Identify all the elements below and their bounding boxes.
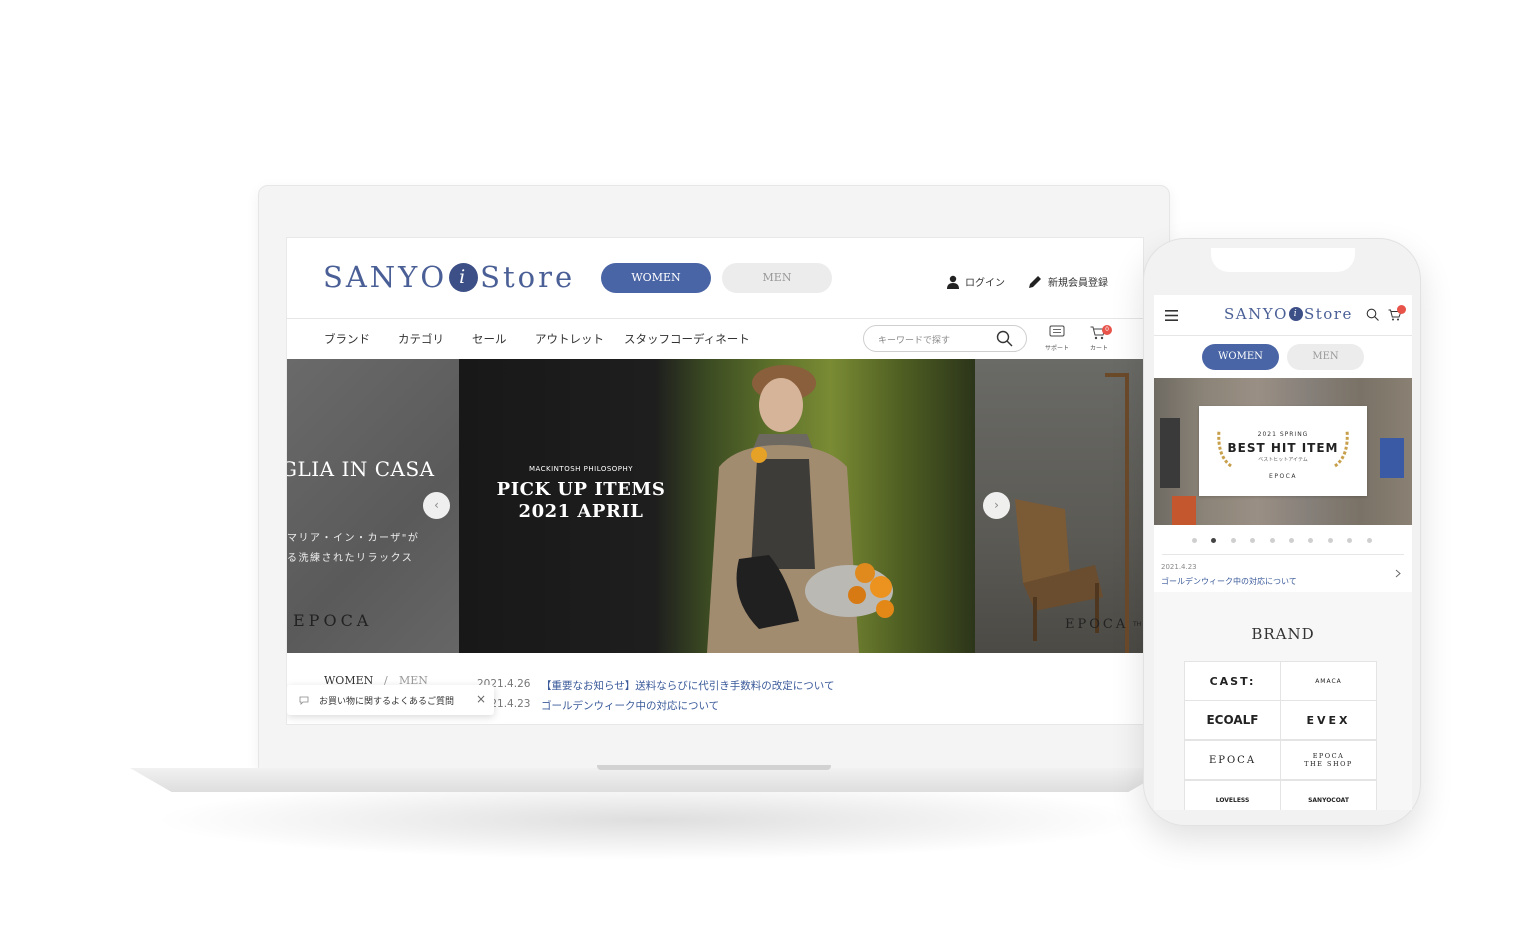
phone-notch <box>1211 248 1355 272</box>
user-icon <box>947 275 959 289</box>
hero-left-line1: マリア・イン・カーザ"が <box>287 533 420 544</box>
hero-main-title-1: PICK UP ITEMS <box>496 479 666 500</box>
brand-amaca[interactable]: AMACA <box>1280 661 1377 701</box>
nav-item-staff-coordinate[interactable]: スタッフコーディネート <box>624 331 750 347</box>
header-divider <box>287 318 1143 319</box>
hero-main-title-2: 2021 APRIL <box>518 501 644 522</box>
faq-text: お買い物に関するよくあるご質問 <box>319 696 455 707</box>
tab-women[interactable]: WOMEN <box>601 263 711 293</box>
laptop-notch <box>597 765 831 770</box>
faq-floating-bar[interactable]: お買い物に関するよくあるご質問 × <box>287 685 494 715</box>
hamburger-menu-icon[interactable] <box>1165 310 1178 321</box>
carousel-dot[interactable] <box>1230 538 1236 543</box>
hero-right-brand: EPOCA <box>1065 617 1129 632</box>
news-divider <box>1162 554 1404 555</box>
best-hit-card: 2021 SPRING BEST HIT ITEM ベストヒットアイテム EPO… <box>1199 406 1367 496</box>
hero-carousel: GLIA IN CASA マリア・イン・カーザ"が る洗練されたリラックス EP… <box>287 359 1143 653</box>
logo-text-left: SANYO <box>1224 305 1288 323</box>
carousel-dot[interactable] <box>1269 538 1275 543</box>
nav-item-outlet[interactable]: アウトレット <box>535 331 604 347</box>
desktop-screen: SANYO i Store WOMEN MEN ログイン 新規会員登録 ブランド… <box>286 237 1144 725</box>
nav-item-brand[interactable]: ブランド <box>324 331 370 347</box>
logo-text-left: SANYO <box>323 260 448 294</box>
mobile-screen: SANYO i Store WOMEN MEN 2021 SPRING BEST… <box>1154 295 1412 810</box>
chevron-right-icon[interactable] <box>1395 569 1401 578</box>
mobile-banner[interactable]: 2021 SPRING BEST HIT ITEM ベストヒットアイテム EPO… <box>1154 378 1412 525</box>
search-icon[interactable] <box>996 330 1013 347</box>
login-label: ログイン <box>965 278 1005 289</box>
pencil-icon <box>1029 275 1041 288</box>
banner-model <box>1172 496 1196 525</box>
cart-badge <box>1397 305 1406 314</box>
hero-left-brand: EPOCA <box>293 611 373 630</box>
cart-count-badge: 0 <box>1102 325 1112 335</box>
carousel-next-button[interactable]: › <box>983 492 1010 519</box>
hero-slide-main[interactable]: MACKINTOSH PHILOSOPHY PICK UP ITEMS 2021… <box>459 359 975 653</box>
carousel-dot[interactable] <box>1347 538 1353 543</box>
logo-i-mark: i <box>449 262 479 292</box>
nav-item-category[interactable]: カテゴリ <box>398 331 444 347</box>
laptop-base <box>130 768 1170 792</box>
brand-epoca[interactable]: EPOCA <box>1184 740 1281 780</box>
logo-text-right: Store <box>1303 305 1353 323</box>
logo-i-mark: i <box>1288 307 1303 321</box>
tab-men[interactable]: MEN <box>722 263 832 293</box>
model-photo-illustration <box>707 365 894 653</box>
hero-right-brand-suffix: TH <box>1133 621 1142 628</box>
carousel-dot[interactable] <box>1308 538 1314 543</box>
banner-model <box>1380 438 1404 478</box>
search-placeholder: キーワードで探す <box>878 336 951 346</box>
mobile-tab-women[interactable]: WOMEN <box>1202 344 1279 370</box>
mobile-logo[interactable]: SANYO i Store <box>1224 305 1353 323</box>
carousel-dot[interactable] <box>1250 538 1256 543</box>
banner-model <box>1160 418 1180 488</box>
support-label: サポート <box>1044 345 1069 352</box>
close-icon[interactable]: × <box>476 692 486 706</box>
search-icon[interactable] <box>1366 308 1379 321</box>
hero-left-title: GLIA IN CASA <box>287 457 435 481</box>
mobile-header-divider <box>1154 335 1412 336</box>
nav-item-sale[interactable]: セール <box>472 331 507 347</box>
mobile-tab-men[interactable]: MEN <box>1287 344 1364 370</box>
chat-bubble-icon <box>299 696 309 705</box>
brand-heading: BRAND <box>1251 625 1315 643</box>
register-link[interactable]: 新規会員登録 <box>1028 274 1108 289</box>
logo-text-right: Store <box>480 260 576 294</box>
login-link[interactable]: ログイン <box>947 274 1005 289</box>
news-link[interactable]: ゴールデンウィーク中の対応について <box>541 698 719 713</box>
carousel-dot[interactable] <box>1366 538 1372 543</box>
brand-ecoalf[interactable]: ECOALF <box>1184 700 1281 740</box>
news-link[interactable]: 【重要なお知らせ】送料ならびに代引き手数料の改定について <box>541 678 834 693</box>
carousel-dot[interactable] <box>1211 538 1217 543</box>
brand-sanyocoat[interactable]: SANYOCOAT <box>1280 780 1377 810</box>
carousel-dot[interactable] <box>1289 538 1294 543</box>
mobile-news-date: 2021.4.23 <box>1161 563 1197 571</box>
brand-loveless[interactable]: LOVELESS <box>1184 780 1281 810</box>
carousel-dot[interactable] <box>1192 538 1197 543</box>
hero-main-kicker: MACKINTOSH PHILOSOPHY <box>528 465 634 473</box>
laurel-left-icon <box>1217 429 1232 468</box>
carousel-dot[interactable] <box>1327 538 1333 543</box>
laptop-shadow <box>150 780 1150 860</box>
carousel-prev-button[interactable]: ‹ <box>423 492 450 519</box>
brand-evex[interactable]: EVEX <box>1280 700 1377 740</box>
hero-left-line2: る洗練されたリラックス <box>287 553 414 564</box>
best-hit-brand: EPOCA <box>1269 473 1297 480</box>
support-chat-icon[interactable] <box>1049 325 1065 339</box>
laurel-right-icon <box>1334 429 1349 468</box>
site-logo[interactable]: SANYO i Store <box>323 260 575 294</box>
brand-epoca-the-shop[interactable]: EPOCA THE SHOP <box>1280 740 1377 780</box>
register-label: 新規会員登録 <box>1048 278 1108 289</box>
brand-cast[interactable]: CAST: <box>1184 661 1281 701</box>
mobile-news-link[interactable]: ゴールデンウィーク中の対応について <box>1161 576 1297 587</box>
cart-label: カート <box>1089 345 1108 352</box>
